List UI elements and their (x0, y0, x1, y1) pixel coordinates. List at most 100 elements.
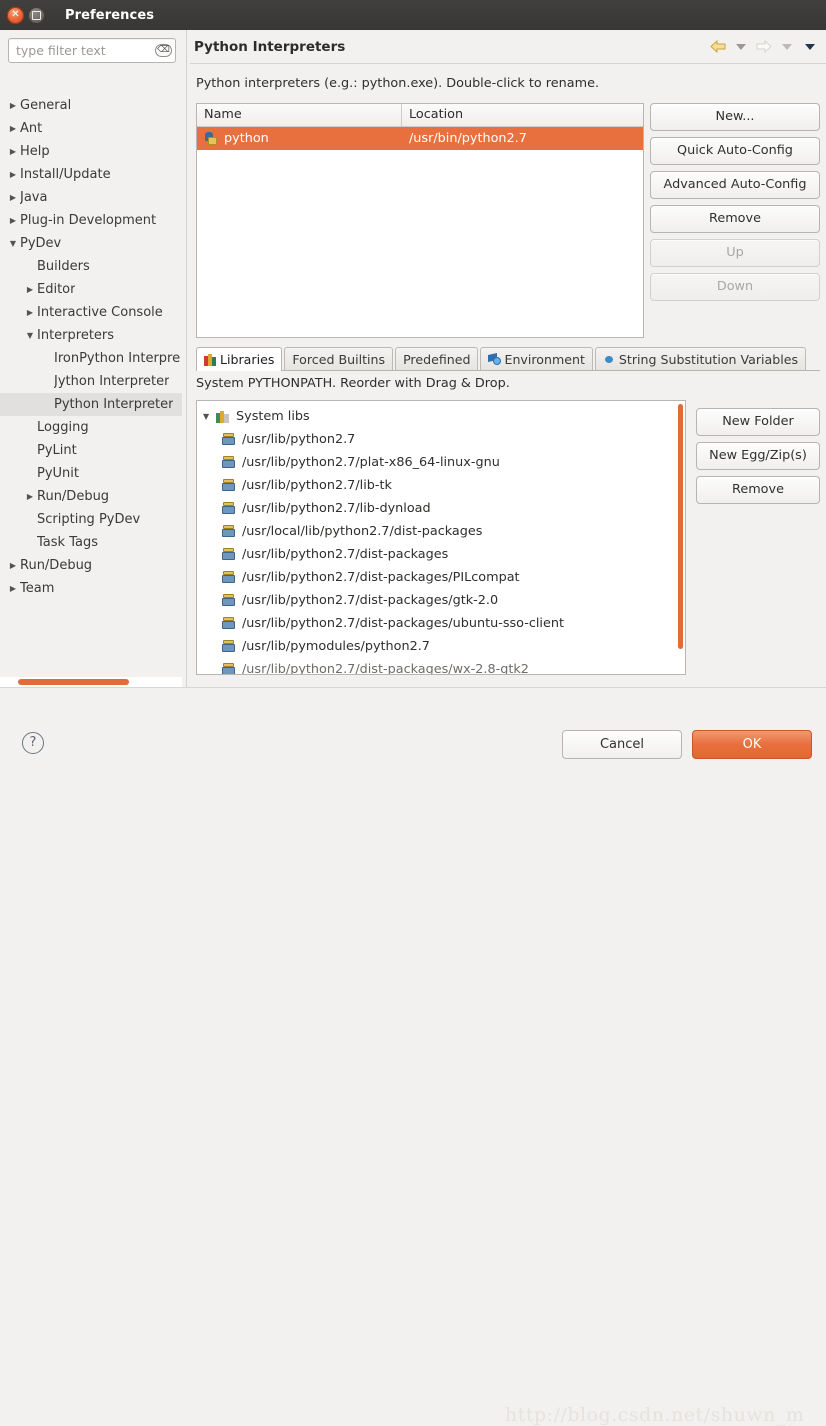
view-menu-icon[interactable] (800, 37, 820, 57)
sidebar-item-interactive-console[interactable]: ▶ Interactive Console (0, 301, 182, 324)
sidebar-item-label: Plug-in Development (20, 213, 157, 228)
quick-auto-config-button[interactable]: Quick Auto-Config (650, 137, 820, 165)
library-item[interactable]: /usr/lib/python2.7 (197, 428, 685, 451)
sidebar-hscrollbar-track[interactable] (0, 677, 182, 687)
twisty-expanded-icon[interactable]: ▼ (23, 331, 37, 340)
twisty-expanded-icon[interactable]: ▼ (6, 239, 20, 248)
library-item[interactable]: /usr/lib/python2.7/lib-tk (197, 474, 685, 497)
libraries-list[interactable]: ▼ System libs/usr/lib/python2.7/usr/lib/p… (196, 400, 686, 675)
sidebar-item-python-interpreter[interactable]: Python Interpreter (0, 393, 182, 416)
twisty-collapsed-icon[interactable]: ▶ (23, 492, 37, 501)
twisty-collapsed-icon[interactable]: ▶ (6, 193, 20, 202)
new-button[interactable]: New... (650, 103, 820, 131)
column-header-location[interactable]: Location (402, 104, 643, 126)
tab-string-substitution-variables[interactable]: String Substitution Variables (594, 347, 807, 370)
library-item[interactable]: /usr/lib/python2.7/dist-packages (197, 543, 685, 566)
sidebar-item-run-debug[interactable]: ▶ Run/Debug (0, 485, 182, 508)
tab-predefined[interactable]: Predefined (395, 347, 479, 370)
library-item[interactable]: /usr/local/lib/python2.7/dist-packages (197, 520, 685, 543)
sidebar-item-label: Editor (37, 282, 76, 297)
back-dropdown-icon[interactable] (731, 37, 751, 57)
twisty-collapsed-icon[interactable]: ▶ (6, 584, 20, 593)
sidebar-item-scripting-pydev[interactable]: Scripting PyDev (0, 508, 182, 531)
sidebar-item-label: Task Tags (37, 535, 98, 550)
sidebar-item-label: PyUnit (37, 466, 79, 481)
clear-icon[interactable]: ⌫ (155, 44, 172, 57)
interpreter-table[interactable]: Name Location python/usr/bin/python2.7 (196, 103, 644, 338)
jar-folder-icon (222, 663, 236, 674)
ok-button[interactable]: OK (692, 730, 812, 759)
advanced-auto-config-button[interactable]: Advanced Auto-Config (650, 171, 820, 199)
sidebar-item-run-debug[interactable]: ▶ Run/Debug (0, 554, 182, 577)
sidebar-item-java[interactable]: ▶ Java (0, 186, 182, 209)
table-row[interactable]: python/usr/bin/python2.7 (197, 127, 643, 150)
sidebar-item-pylint[interactable]: PyLint (0, 439, 182, 462)
sidebar-item-general[interactable]: ▶ General (0, 94, 182, 117)
library-item[interactable]: /usr/lib/python2.7/dist-packages/ubuntu-… (197, 612, 685, 635)
sidebar-item-help[interactable]: ▶ Help (0, 140, 182, 163)
library-item[interactable]: /usr/lib/python2.7/dist-packages/gtk-2.0 (197, 589, 685, 612)
help-icon[interactable]: ? (22, 732, 44, 754)
column-header-name[interactable]: Name (197, 104, 402, 126)
minimize-icon[interactable] (28, 6, 45, 24)
remove-button[interactable]: Remove (650, 205, 820, 233)
twisty-expanded-icon[interactable]: ▼ (203, 412, 216, 421)
twisty-collapsed-icon[interactable]: ▶ (6, 124, 20, 133)
page-title: Python Interpreters (194, 38, 346, 55)
twisty-collapsed-icon[interactable]: ▶ (6, 216, 20, 225)
twisty-collapsed-icon[interactable]: ▶ (6, 101, 20, 110)
twisty-collapsed-icon[interactable]: ▶ (6, 561, 20, 570)
close-icon[interactable]: ✕ (7, 6, 24, 24)
library-item[interactable]: /usr/lib/python2.7/dist-packages/wx-2.8-… (197, 658, 685, 674)
back-arrow-icon[interactable] (708, 37, 728, 57)
sidebar-item-builders[interactable]: Builders (0, 255, 182, 278)
sidebar-item-pyunit[interactable]: PyUnit (0, 462, 182, 485)
panel-nav (708, 37, 820, 57)
sidebar-hscrollbar-thumb[interactable] (18, 679, 129, 685)
library-item[interactable]: /usr/lib/python2.7/dist-packages/PILcomp… (197, 566, 685, 589)
footer-buttons: Cancel OK (562, 730, 812, 759)
sidebar-item-logging[interactable]: Logging (0, 416, 182, 439)
twisty-collapsed-icon[interactable]: ▶ (6, 147, 20, 156)
tab-environment[interactable]: Environment (480, 347, 593, 370)
sidebar-item-editor[interactable]: ▶ Editor (0, 278, 182, 301)
sidebar-item-jython-interpreter[interactable]: Jython Interpreter (0, 370, 182, 393)
sidebar-item-label: Builders (37, 259, 90, 274)
cancel-button[interactable]: Cancel (562, 730, 682, 759)
library-path: /usr/lib/python2.7/dist-packages/ubuntu-… (242, 616, 564, 631)
sidebar-item-task-tags[interactable]: Task Tags (0, 531, 182, 554)
twisty-collapsed-icon[interactable]: ▶ (23, 308, 37, 317)
libraries-vscrollbar-thumb[interactable] (678, 404, 683, 649)
sidebar-item-ant[interactable]: ▶ Ant (0, 117, 182, 140)
sidebar-item-team[interactable]: ▶ Team (0, 577, 182, 600)
library-item[interactable]: /usr/lib/pymodules/python2.7 (197, 635, 685, 658)
tab-libraries[interactable]: Libraries (196, 347, 283, 371)
sidebar-item-label: PyDev (20, 236, 62, 251)
sidebar-item-plug-in-development[interactable]: ▶ Plug-in Development (0, 209, 182, 232)
sidebar-item-interpreters[interactable]: ▼ Interpreters (0, 324, 182, 347)
books-icon (204, 353, 217, 366)
library-path: /usr/lib/python2.7/lib-dynload (242, 501, 431, 516)
twisty-collapsed-icon[interactable]: ▶ (6, 170, 20, 179)
sidebar-item-ironpython-interpre[interactable]: IronPython Interpre (0, 347, 182, 370)
library-item[interactable]: /usr/lib/python2.7/plat-x86_64-linux-gnu (197, 451, 685, 474)
sidebar-item-label: Java (20, 190, 48, 205)
library-item[interactable]: /usr/lib/python2.7/lib-dynload (197, 497, 685, 520)
new-egg-zip-s-button[interactable]: New Egg/Zip(s) (696, 442, 820, 470)
twisty-collapsed-icon[interactable]: ▶ (23, 285, 37, 294)
remove-button[interactable]: Remove (696, 476, 820, 504)
preferences-tree[interactable]: ▶ General ▶ Ant ▶ Help ▶ Install/Update ▶ Java ▶ Pl… (0, 70, 182, 671)
new-folder-button[interactable]: New Folder (696, 408, 820, 436)
sidebar-item-pydev[interactable]: ▼ PyDev (0, 232, 182, 255)
jar-folder-icon (222, 479, 236, 492)
library-path: /usr/local/lib/python2.7/dist-packages (242, 524, 483, 539)
sidebar-item-label: Run/Debug (20, 558, 93, 573)
interpreter-button-column: New... Quick Auto-Config Advanced Auto-Con… (650, 103, 820, 307)
library-root-row[interactable]: ▼ System libs (197, 405, 685, 428)
libraries-description: System PYTHONPATH. Reorder with Drag & D… (196, 376, 510, 391)
sidebar-item-label: Install/Update (20, 167, 111, 182)
search-input[interactable]: type filter text ⌫ (8, 38, 176, 63)
tab-forced-builtins[interactable]: Forced Builtins (284, 347, 394, 370)
sidebar-item-install-update[interactable]: ▶ Install/Update (0, 163, 182, 186)
libraries-vscrollbar-track[interactable] (676, 401, 685, 674)
